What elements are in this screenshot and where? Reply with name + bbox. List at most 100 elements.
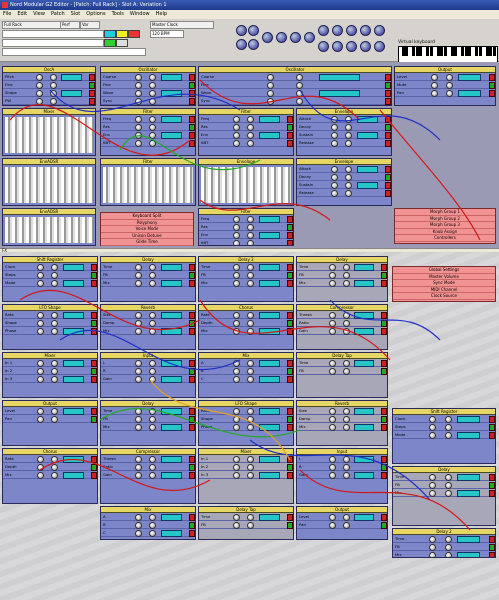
knob[interactable] — [430, 82, 438, 89]
slot-strip-b[interactable] — [2, 39, 104, 47]
knob[interactable] — [445, 416, 452, 423]
module[interactable]: Output Level Pan — [296, 506, 388, 540]
jack-port[interactable] — [385, 116, 391, 123]
knob[interactable] — [36, 376, 44, 383]
module[interactable]: Compressor Thresh Ratio Gain — [100, 448, 196, 504]
color-swatch[interactable] — [128, 30, 140, 38]
jack-port[interactable] — [287, 116, 293, 123]
knob[interactable] — [247, 360, 254, 367]
jack-port[interactable] — [189, 416, 195, 423]
jack-port[interactable] — [381, 320, 387, 327]
jack-port[interactable] — [287, 240, 293, 245]
value-display[interactable] — [160, 360, 182, 367]
knob[interactable] — [232, 514, 240, 521]
jack-port[interactable] — [489, 544, 495, 551]
knob[interactable] — [232, 522, 240, 529]
knob[interactable] — [296, 74, 303, 81]
value-display[interactable] — [356, 116, 378, 123]
knob[interactable] — [329, 312, 337, 319]
knob[interactable] — [329, 514, 337, 521]
jack-port[interactable] — [381, 360, 387, 367]
jack-port[interactable] — [91, 264, 97, 271]
knob[interactable] — [36, 360, 44, 367]
jack-port[interactable] — [189, 456, 195, 463]
knob[interactable] — [343, 272, 350, 279]
knob[interactable] — [247, 328, 254, 335]
knob[interactable] — [134, 416, 142, 423]
module[interactable]: Output Level Mute Pan — [394, 66, 496, 106]
jack-port[interactable] — [287, 522, 293, 529]
module[interactable]: Output Level Pan — [2, 400, 98, 446]
knob[interactable] — [345, 116, 352, 123]
jack-port[interactable] — [189, 124, 195, 131]
variation-button[interactable] — [248, 25, 259, 36]
jack-port[interactable] — [189, 140, 195, 147]
variation-button[interactable] — [360, 25, 371, 36]
knob[interactable] — [446, 82, 453, 89]
value-display[interactable] — [258, 514, 280, 521]
menu-window[interactable]: Window — [127, 11, 153, 17]
jack-port[interactable] — [381, 472, 387, 479]
value-display[interactable] — [258, 328, 280, 335]
jack-port[interactable] — [385, 98, 391, 105]
module[interactable]: Envelope Attack Decay Sustain Release — [296, 108, 392, 156]
value-display[interactable] — [354, 424, 375, 431]
knob[interactable] — [134, 280, 142, 287]
value-display[interactable] — [160, 328, 182, 335]
module[interactable]: Compressor Thresh Ratio Gain — [296, 304, 388, 350]
jack-port[interactable] — [287, 264, 293, 271]
knob[interactable] — [149, 376, 156, 383]
knob[interactable] — [343, 360, 350, 367]
value-display[interactable] — [354, 408, 375, 415]
knob[interactable] — [329, 280, 337, 287]
module[interactable]: Delay Tap Time FB — [198, 506, 294, 540]
value-display[interactable] — [160, 376, 182, 383]
knob[interactable] — [134, 272, 142, 279]
jack-port[interactable] — [189, 464, 195, 471]
jack-port[interactable] — [287, 272, 293, 279]
knob[interactable] — [247, 132, 254, 139]
jack-port[interactable] — [189, 116, 195, 123]
knob[interactable] — [51, 328, 58, 335]
variation-button[interactable] — [318, 25, 329, 36]
jack-port[interactable] — [381, 464, 387, 471]
jack-port[interactable] — [189, 320, 195, 327]
value-display[interactable] — [457, 536, 481, 543]
knob[interactable] — [429, 536, 437, 543]
jack-port[interactable] — [385, 124, 391, 131]
jack-port[interactable] — [91, 376, 97, 383]
knob[interactable] — [36, 320, 44, 327]
knob[interactable] — [149, 408, 156, 415]
knob[interactable] — [343, 312, 350, 319]
value-display[interactable] — [354, 360, 375, 367]
jack-port[interactable] — [91, 416, 97, 423]
knob[interactable] — [134, 408, 142, 415]
knob[interactable] — [343, 514, 350, 521]
jack-port[interactable] — [287, 376, 293, 383]
knob[interactable] — [247, 312, 254, 319]
knob[interactable] — [296, 82, 303, 89]
jack-port[interactable] — [489, 432, 495, 439]
knob[interactable] — [134, 132, 142, 139]
jack-port[interactable] — [189, 376, 195, 383]
module[interactable]: Mixer In 1 In 2 In 3 — [2, 352, 98, 398]
knob[interactable] — [149, 514, 156, 521]
jack-port[interactable] — [91, 472, 97, 479]
knob[interactable] — [149, 116, 156, 123]
knob[interactable] — [247, 224, 254, 231]
knob[interactable] — [134, 98, 142, 105]
knob[interactable] — [446, 74, 453, 81]
knob[interactable] — [330, 124, 338, 131]
jack-port[interactable] — [91, 456, 97, 463]
knob[interactable] — [36, 328, 44, 335]
knob[interactable] — [149, 456, 156, 463]
knob[interactable] — [51, 360, 58, 367]
jack-port[interactable] — [385, 190, 391, 197]
value-display[interactable] — [160, 530, 182, 537]
knob[interactable] — [345, 174, 352, 181]
knob[interactable] — [266, 74, 274, 81]
knob[interactable] — [247, 264, 254, 271]
jack-port[interactable] — [287, 124, 293, 131]
value-display[interactable] — [160, 514, 182, 521]
variation-button[interactable] — [304, 32, 315, 43]
